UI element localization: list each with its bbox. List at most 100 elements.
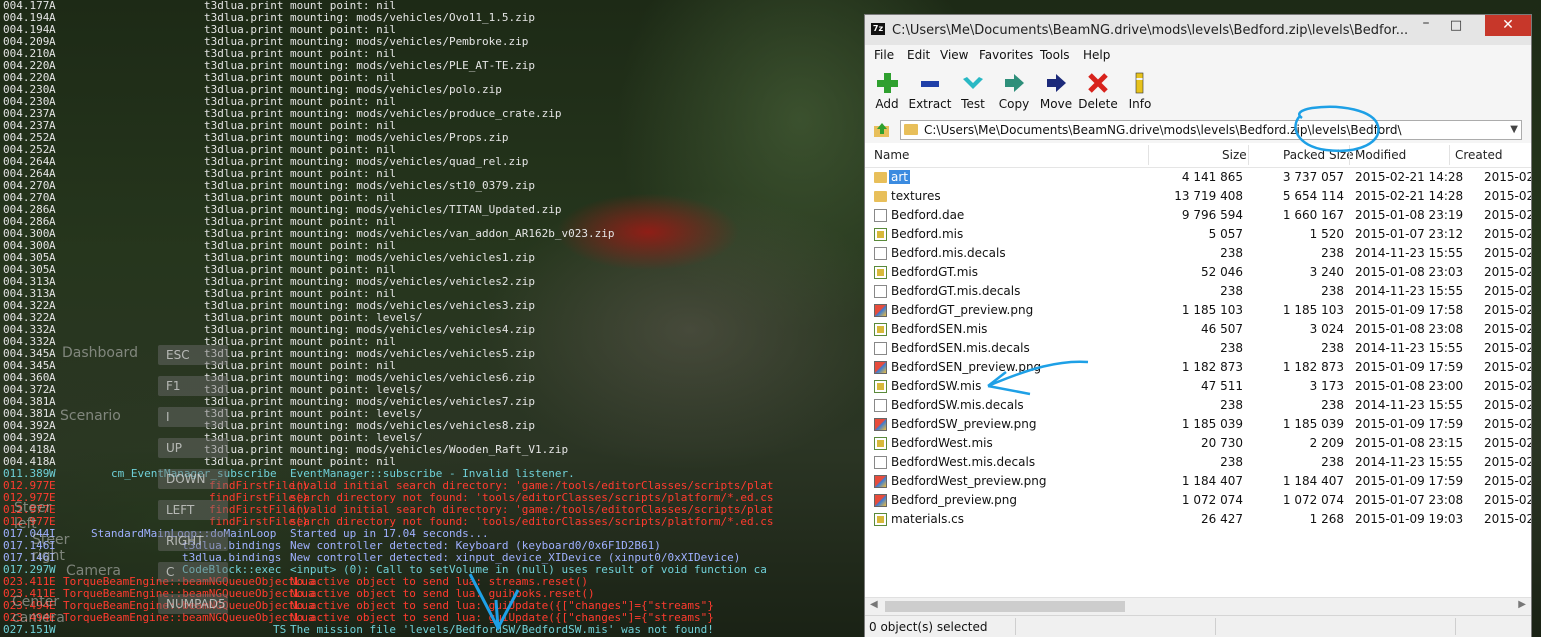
file-row[interactable]: Bedford_preview.png 1 072 074 1 072 074 201… [865, 491, 1531, 510]
column-name[interactable]: Name [874, 148, 909, 162]
file-name-text: BedfordSEN.mis.decals [891, 341, 1030, 355]
file-size: 238 [1220, 284, 1243, 298]
menu-file[interactable]: File [874, 48, 894, 62]
file-list-header: Name Size Packed Size Modified Created [865, 143, 1531, 168]
status-divider [1215, 618, 1216, 635]
delete-x-icon [1088, 73, 1108, 93]
column-divider[interactable] [1248, 145, 1249, 165]
file-packed-size: 2 209 [1309, 436, 1344, 450]
file-row[interactable]: BedfordSEN.mis.decals 238 238 2014-11-23 15… [865, 339, 1531, 358]
close-button[interactable]: ✕ [1485, 15, 1531, 36]
toolbar: Add Extract Test Copy Move Delete Info [865, 65, 1531, 117]
file-packed-size: 1 185 103 [1282, 303, 1344, 317]
file-name-text: Bedford_preview.png [891, 493, 1017, 507]
file-row[interactable]: BedfordWest.mis 20 730 2 209 2015-01-08 23:… [865, 434, 1531, 453]
file-created: 2015-02-21 1 [1484, 303, 1531, 317]
menu-help[interactable]: Help [1083, 48, 1110, 62]
column-packed-size[interactable]: Packed Size [1283, 148, 1354, 162]
file-packed-size: 1 182 873 [1282, 360, 1344, 374]
column-created[interactable]: Created [1455, 148, 1503, 162]
file-row[interactable]: BedfordSW.mis 47 511 3 173 2015-01-08 23:00… [865, 377, 1531, 396]
hud-key-right: RIGHT [158, 531, 228, 551]
chevron-down-icon[interactable]: ▼ [1510, 121, 1518, 139]
hud-label-steer-right: Steer right [32, 532, 70, 564]
file-name-text: BedfordWest.mis.decals [891, 455, 1036, 469]
scroll-right-icon[interactable]: ▶ [1518, 599, 1526, 610]
file-modified: 2014-11-23 15:55 [1355, 341, 1464, 355]
file-name: BedfordSEN.mis [891, 322, 987, 336]
file-size: 5 057 [1208, 227, 1243, 241]
file-size: 1 185 039 [1181, 417, 1243, 431]
window-title: C:\Users\Me\Documents\BeamNG.drive\mods\… [892, 23, 1409, 38]
check-icon [963, 77, 983, 89]
add-button[interactable]: Add [865, 69, 909, 115]
address-bar[interactable]: C:\Users\Me\Documents\BeamNG.drive\mods\… [900, 120, 1522, 140]
file-modified: 2015-01-08 23:08 [1355, 322, 1464, 336]
image-file-icon [874, 361, 887, 374]
file-packed-size: 238 [1321, 284, 1344, 298]
scrollbar-thumb[interactable] [885, 601, 1125, 612]
file-modified: 2015-01-08 23:19 [1355, 208, 1464, 222]
file-row[interactable]: BedfordWest.mis.decals 238 238 2014-11-23 1… [865, 453, 1531, 472]
menu-view[interactable]: View [940, 48, 968, 62]
file-name: BedfordGT.mis.decals [891, 284, 1020, 298]
folder-icon [904, 124, 918, 135]
hud-key-numpad: NUMPAD5 [158, 594, 228, 614]
file-row[interactable]: BedfordSW_preview.png 1 185 039 1 185 039 2… [865, 415, 1531, 434]
column-divider[interactable] [1148, 145, 1149, 165]
file-row[interactable]: Bedford.mis.decals 238 238 2014-11-23 15:55… [865, 244, 1531, 263]
file-created: 2015-02-21 1 [1484, 455, 1531, 469]
horizontal-scrollbar[interactable]: ◀ ▶ [865, 597, 1531, 615]
file-name: Bedford.dae [891, 208, 964, 222]
file-row[interactable]: BedfordGT.mis 52 046 3 240 2015-01-08 23:03… [865, 263, 1531, 282]
title-bar[interactable]: 7z C:\Users\Me\Documents\BeamNG.drive\mo… [865, 15, 1531, 45]
file-name: BedfordSEN_preview.png [891, 360, 1041, 374]
menu-tools[interactable]: Tools [1040, 48, 1070, 62]
scroll-left-icon[interactable]: ◀ [870, 599, 878, 610]
info-button[interactable]: Info [1118, 69, 1162, 115]
status-divider [1455, 618, 1456, 635]
hud-key-f1: F1 [158, 376, 228, 396]
file-created: 2015-02-21 1 [1484, 474, 1531, 488]
column-modified[interactable]: Modified [1355, 148, 1406, 162]
file-row[interactable]: BedfordSW.mis.decals 238 238 2014-11-23 15:… [865, 396, 1531, 415]
file-row[interactable]: materials.cs 26 427 1 268 2015-01-09 19:03 2… [865, 510, 1531, 529]
column-size[interactable]: Size [1222, 148, 1247, 162]
file-row[interactable]: BedfordGT_preview.png 1 185 103 1 185 103 2… [865, 301, 1531, 320]
menu-edit[interactable]: Edit [907, 48, 930, 62]
column-divider[interactable] [1449, 145, 1450, 165]
file-packed-size: 5 654 114 [1282, 189, 1344, 203]
move-button[interactable]: Move [1034, 69, 1078, 115]
7zip-window: 7z C:\Users\Me\Documents\BeamNG.drive\mo… [864, 14, 1532, 637]
column-divider[interactable] [1349, 145, 1350, 165]
delete-button[interactable]: Delete [1076, 69, 1120, 115]
file-row[interactable]: textures 13 719 408 5 654 114 2015-02-21 14… [865, 187, 1531, 206]
file-modified: 2014-11-23 15:55 [1355, 246, 1464, 260]
file-packed-size: 1 184 407 [1282, 474, 1344, 488]
file-packed-size: 238 [1321, 341, 1344, 355]
file-row[interactable]: BedfordWest_preview.png 1 184 407 1 184 40… [865, 472, 1531, 491]
file-created: 2015-02-21 1 [1484, 341, 1531, 355]
maximize-button[interactable]: □ [1443, 15, 1469, 36]
status-bar: 0 object(s) selected [865, 615, 1531, 637]
file-row[interactable]: BedfordGT.mis.decals 238 238 2014-11-23 15:… [865, 282, 1531, 301]
file-row[interactable]: art 4 141 865 3 737 057 2015-02-21 14:28 201… [865, 168, 1531, 187]
hud-key-c: C [158, 562, 228, 582]
file-size: 1 072 074 [1181, 493, 1243, 507]
test-button[interactable]: Test [951, 69, 995, 115]
extract-button[interactable]: Extract [908, 69, 952, 115]
file-size: 1 182 873 [1181, 360, 1243, 374]
folder-icon [874, 172, 887, 183]
file-name: BedfordSW.mis [891, 379, 981, 393]
file-row[interactable]: BedfordSEN_preview.png 1 182 873 1 182 873… [865, 358, 1531, 377]
folder-up-icon[interactable] [873, 121, 891, 139]
file-name: textures [891, 189, 941, 203]
menu-favorites[interactable]: Favorites [979, 48, 1033, 62]
file-row[interactable]: Bedford.mis 5 057 1 520 2015-01-07 23:12 201… [865, 225, 1531, 244]
file-row[interactable]: BedfordSEN.mis 46 507 3 024 2015-01-08 23:0… [865, 320, 1531, 339]
minimize-button[interactable]: – [1413, 15, 1439, 36]
copy-button[interactable]: Copy [992, 69, 1036, 115]
file-name-text: Bedford.mis [891, 227, 964, 241]
file-row[interactable]: Bedford.dae 9 796 594 1 660 167 2015-01-08 … [865, 206, 1531, 225]
info-label: Info [1128, 97, 1152, 111]
